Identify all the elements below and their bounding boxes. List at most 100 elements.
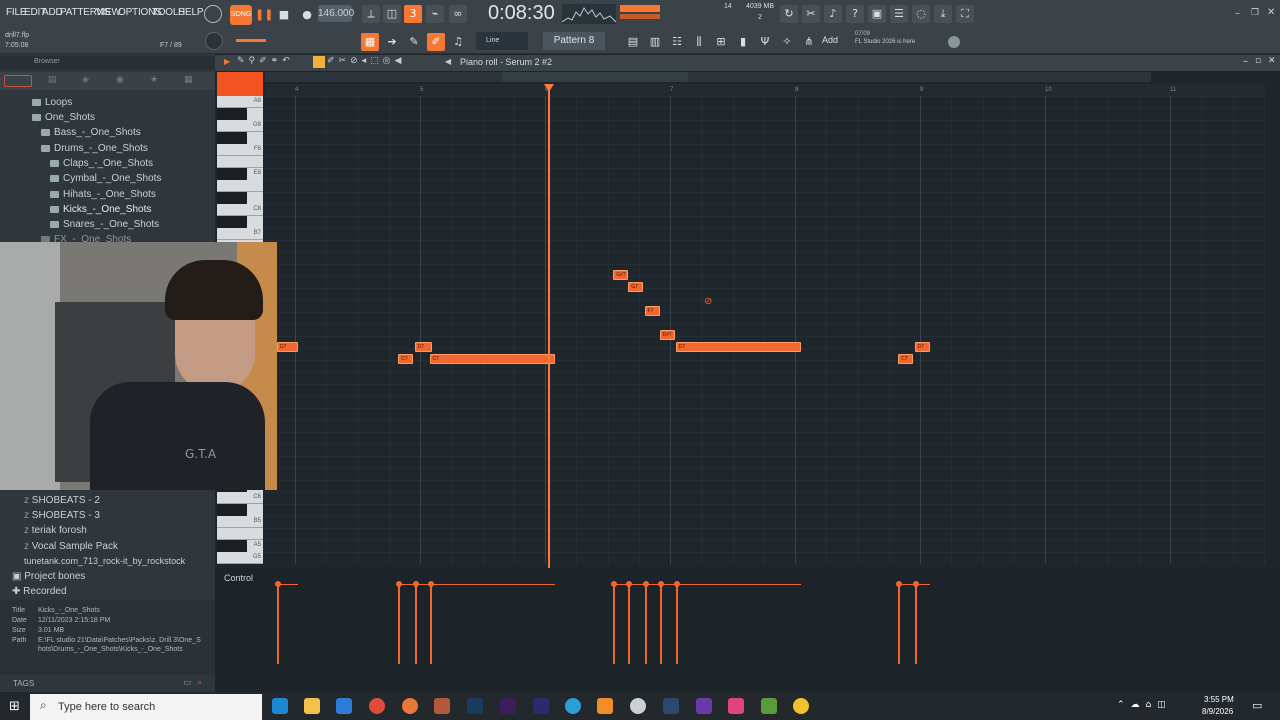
clock-date[interactable]: 8/9/2026 <box>1202 707 1233 716</box>
note[interactable]: C7 <box>398 354 414 364</box>
browser-plugin-icon[interactable]: ◈ <box>82 75 89 85</box>
piano-key[interactable] <box>217 528 263 540</box>
master-pitch-slider[interactable] <box>236 39 266 42</box>
download-icon[interactable]: ⤓ <box>934 5 952 23</box>
browser-sample-icon[interactable]: ◉ <box>116 75 124 85</box>
wait-input-icon[interactable]: ◫ <box>383 5 401 23</box>
velocity-lane[interactable] <box>265 568 1265 692</box>
step-edit-icon[interactable]: ⌁ <box>426 5 444 23</box>
snap-select[interactable]: Line <box>476 32 528 50</box>
note[interactable]: F7 <box>644 306 660 316</box>
piano-key[interactable] <box>217 108 247 120</box>
tree-item[interactable]: Bass_-_One_Shots <box>41 127 141 138</box>
channel-rack-icon[interactable]: ▤ <box>624 33 642 51</box>
piano-key[interactable] <box>217 180 263 192</box>
pack-item[interactable]: z SHOBEATS - 2 <box>24 495 100 506</box>
pack-item[interactable]: z teriak forosh <box>24 525 87 536</box>
tuning-fork-icon[interactable]: Ψ <box>756 33 774 51</box>
after-effects-icon[interactable] <box>533 698 549 714</box>
tree-item[interactable]: Drums_-_One_Shots <box>41 143 148 154</box>
browser-files-icon[interactable]: ▤ <box>48 75 57 85</box>
chrome-icon[interactable] <box>369 698 385 714</box>
premiere-icon[interactable] <box>500 698 516 714</box>
magnet-icon[interactable]: ⋔ <box>800 33 818 51</box>
mail-icon[interactable] <box>336 698 352 714</box>
velocity-stem[interactable] <box>914 584 917 664</box>
record-icon[interactable]: ● <box>298 6 316 24</box>
browser-tag-icon[interactable]: ▦ <box>184 75 193 85</box>
countdown-icon[interactable]: 3 <box>404 5 422 23</box>
notifications-icon[interactable]: ▭ <box>1252 699 1262 712</box>
app-icon-yellow[interactable] <box>793 698 809 714</box>
app-icon[interactable] <box>434 698 450 714</box>
tools-icon[interactable]: ✂ <box>802 5 820 23</box>
draw-tool-icon[interactable] <box>313 56 325 68</box>
section-project-bones[interactable]: ▣ Project bones <box>12 571 85 582</box>
taskbar-search[interactable]: Type here to search <box>30 694 262 720</box>
clock-time[interactable]: 3:55 PM <box>1204 695 1234 704</box>
creative-cloud-icon[interactable] <box>728 698 744 714</box>
timeline-ruler[interactable]: 4 5 6 7 8 9 10 11 <box>265 84 1265 96</box>
note[interactable]: D7 <box>675 342 801 352</box>
chat-icon[interactable]: ◌ <box>912 5 930 23</box>
metronome-icon[interactable]: ⟂ <box>362 5 380 23</box>
minecraft-icon[interactable] <box>761 698 777 714</box>
section-recorded[interactable]: ✚ Recorded <box>12 586 67 597</box>
paint-brush-icon[interactable]: ✧ <box>778 33 796 51</box>
telegram-icon[interactable] <box>565 698 581 714</box>
pause-icon[interactable]: ❚❚ <box>255 6 273 24</box>
close-icon[interactable]: ✕ <box>1268 56 1276 66</box>
pack-item[interactable]: z Vocal Sample Pack <box>24 541 118 552</box>
pat-song-toggle-icon[interactable] <box>204 5 222 23</box>
piano-key[interactable] <box>217 168 247 180</box>
minimize-icon[interactable]: – <box>1243 56 1248 67</box>
velocity-stem[interactable] <box>613 584 616 664</box>
stop-icon[interactable]: ■ <box>275 6 293 24</box>
stamp-icon[interactable]: ♫ <box>449 33 467 51</box>
maximize-icon[interactable]: ▫ <box>1255 56 1261 66</box>
velocity-stem[interactable] <box>277 584 279 664</box>
edge-icon[interactable] <box>272 698 288 714</box>
piano-roll-icon[interactable]: ▦ <box>361 33 379 51</box>
tree-item[interactable]: One_Shots <box>32 112 95 123</box>
plugin-icon[interactable]: ⊞ <box>712 33 730 51</box>
undo-history-icon[interactable]: ↻ <box>780 5 798 23</box>
playlist-icon[interactable]: ▥ <box>646 33 664 51</box>
piano-key[interactable] <box>217 504 247 516</box>
velocity-stem[interactable] <box>398 584 401 664</box>
restore-icon[interactable]: ❐ <box>1251 8 1259 18</box>
photoshop-icon[interactable] <box>467 698 483 714</box>
velocity-stem[interactable] <box>628 584 631 664</box>
tree-item[interactable]: Loops <box>32 97 72 108</box>
note[interactable]: C7 <box>429 354 555 364</box>
velocity-stem[interactable] <box>429 584 432 664</box>
folder-icon[interactable]: ▭ <box>183 678 192 688</box>
draw-pen-icon[interactable]: ✎ <box>405 33 423 51</box>
control-label[interactable]: Control <box>224 573 253 583</box>
edit-tool-icons[interactable]: ✐✂⊘◂⬚◎◀ <box>327 56 405 66</box>
note[interactable]: D7 <box>277 342 299 352</box>
tree-item[interactable]: Cymbal_-_One_Shots <box>50 173 161 184</box>
news-text[interactable]: FL Studio 2026 is here <box>855 39 935 45</box>
fullscreen-icon[interactable]: ⛶ <box>956 5 974 23</box>
piano-key[interactable] <box>217 216 247 228</box>
tree-item[interactable]: Claps_-_One_Shots <box>50 158 153 169</box>
arrow-icon[interactable]: ➜ <box>383 33 401 51</box>
browser-all-toggle[interactable] <box>4 75 32 87</box>
note[interactable]: D#7 <box>659 330 675 340</box>
tree-item[interactable]: Snares_-_One_Shots <box>50 219 159 230</box>
velocity-stem[interactable] <box>414 584 417 664</box>
master-volume-knob[interactable] <box>205 32 223 50</box>
search-icon[interactable]: ⌕ <box>197 678 202 688</box>
velocity-stem[interactable] <box>659 584 662 664</box>
tempo-display[interactable]: 146.000 <box>318 5 354 22</box>
note-properties-tab[interactable] <box>217 72 263 96</box>
menu-arrow-icon[interactable]: ▶ <box>224 57 230 66</box>
mixer-icon[interactable]: ☰ <box>890 5 908 23</box>
firefox-icon[interactable] <box>402 698 418 714</box>
add-button[interactable]: Add <box>822 35 838 45</box>
obs-icon[interactable] <box>630 698 646 714</box>
visual-studio-icon[interactable] <box>696 698 712 714</box>
fl-studio-icon[interactable] <box>597 698 613 714</box>
steam-icon[interactable] <box>663 698 679 714</box>
